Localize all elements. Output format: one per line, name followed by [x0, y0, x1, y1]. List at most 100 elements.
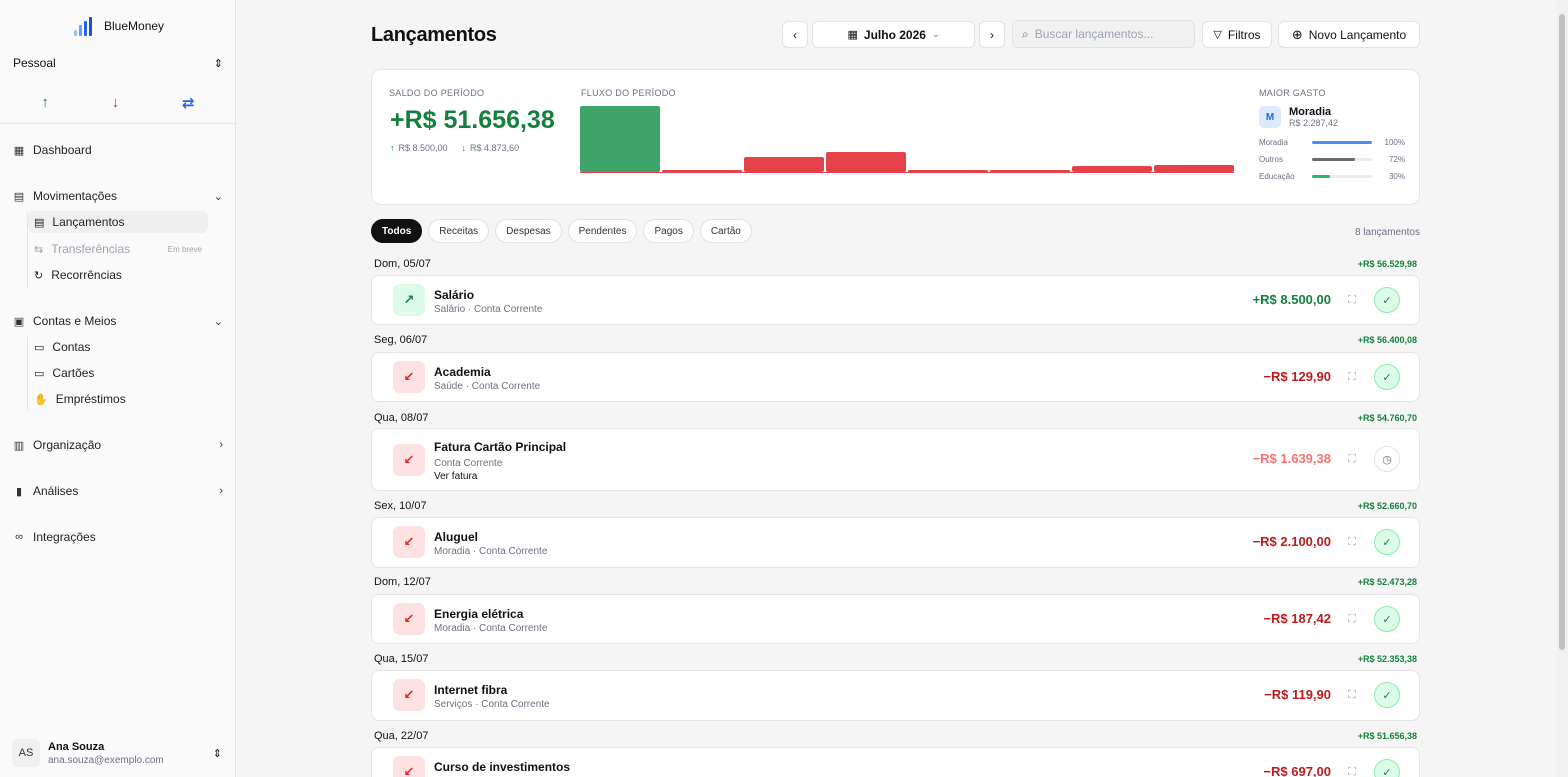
day-header: Sex, 10/07 +R$ 52.660,70	[374, 499, 1417, 513]
filters-button[interactable]: ▽ Filtros	[1202, 21, 1272, 48]
transaction-amount: −R$ 129,90	[1263, 369, 1331, 384]
page-title: Lançamentos	[371, 24, 497, 46]
transaction-row[interactable]: ↙ Fatura Cartão Principal Conta Corrente Ve…	[371, 428, 1420, 491]
nav-analises-label: Análises	[33, 484, 79, 498]
scan-receipt-icon[interactable]: ⛶	[1342, 609, 1362, 629]
nav-cartoes[interactable]: ▭ Cartões	[28, 362, 208, 384]
view-invoice-link[interactable]: Ver fatura	[434, 471, 477, 482]
expense-value: R$ 4.873,60	[470, 143, 520, 153]
nav-recorrencias-label: Recorrências	[51, 268, 122, 282]
prev-month-button[interactable]: ‹	[782, 21, 808, 48]
tab-4[interactable]: Pagos	[643, 219, 694, 243]
nav-dashboard-label: Dashboard	[33, 143, 92, 157]
nav-movimentacoes[interactable]: ▤ Movimentações ⌄	[13, 186, 223, 206]
transaction-title: Aluguel	[434, 530, 478, 544]
transaction-meta: Saúde · Conta Corrente	[434, 381, 541, 392]
tab-0[interactable]: Todos	[371, 219, 423, 243]
nav-emprestimos[interactable]: ✋ Empréstimos	[28, 388, 208, 410]
arrow-up-right-icon: ↗	[393, 284, 425, 316]
link-icon: ∞	[15, 531, 23, 543]
nav-transferencias: ⇆ Transferências Em breve	[28, 238, 208, 260]
wallet-icon: ▭	[34, 341, 45, 354]
transaction-row[interactable]: ↙ Internet fibra Serviços · Conta Corrente…	[371, 670, 1420, 721]
top-category-name: Moradia	[1289, 106, 1332, 118]
nav-lancamentos[interactable]: ▤ Lançamentos	[28, 211, 208, 233]
day-header: Dom, 12/07 +R$ 52.473,28	[374, 575, 1417, 589]
arrow-down-icon: ↓	[461, 143, 467, 153]
paid-status-button[interactable]: ✓	[1374, 606, 1400, 632]
credit-card-icon: ▭	[34, 367, 45, 380]
paid-status-button[interactable]: ✓	[1374, 529, 1400, 555]
bar-chart-icon: ▮	[15, 485, 23, 498]
transaction-row[interactable]: ↙ Curso de investimentos −R$ 697,00 ⛶ ✓	[371, 747, 1420, 777]
transaction-row[interactable]: ↗ Salário Salário · Conta Corrente +R$ 8.50…	[371, 275, 1420, 325]
dashboard-icon: ▦	[13, 144, 25, 157]
user-email: ana.souza@exemplo.com	[48, 754, 164, 766]
scrollbar-thumb[interactable]	[1559, 14, 1565, 650]
day-date: Dom, 05/07	[374, 258, 431, 270]
period-selector[interactable]: ▦ Julho 2026 ⌄	[812, 21, 975, 48]
category-name: Moradia	[1259, 138, 1288, 147]
pending-status-button[interactable]: ◷	[1374, 446, 1400, 472]
running-balance: +R$ 56.529,98	[1357, 259, 1417, 269]
running-balance: +R$ 54.760,70	[1357, 413, 1417, 423]
category-track	[1312, 175, 1372, 178]
tab-1[interactable]: Receitas	[428, 219, 490, 243]
plus-circle-icon: ⊕	[1291, 26, 1303, 42]
running-balance: +R$ 52.473,28	[1357, 577, 1417, 587]
arrow-down-icon[interactable]: ↓	[112, 94, 120, 112]
transaction-title: Salário	[434, 288, 475, 302]
scan-receipt-icon[interactable]: ⛶	[1342, 367, 1362, 387]
tab-3[interactable]: Pendentes	[567, 219, 638, 243]
nav-contas[interactable]: ▭ Contas	[28, 336, 208, 358]
scrollbar[interactable]	[1556, 0, 1568, 777]
transaction-amount: −R$ 2.100,00	[1252, 534, 1331, 549]
scan-receipt-icon[interactable]: ⛶	[1342, 290, 1362, 310]
tab-5[interactable]: Cartão	[699, 219, 752, 243]
paid-status-button[interactable]: ✓	[1374, 759, 1400, 777]
search-icon: ⌕	[1022, 26, 1029, 41]
nav-contas-meios[interactable]: ▣ Contas e Meios ⌄	[13, 311, 223, 331]
brand[interactable]: BlueMoney	[74, 16, 164, 36]
transfer-icon[interactable]: ⇄	[182, 94, 195, 112]
new-entry-button[interactable]: ⊕ Novo Lançamento	[1278, 21, 1420, 48]
entries-count: 8 lançamentos	[1354, 227, 1420, 238]
paid-status-button[interactable]: ✓	[1374, 682, 1400, 708]
arrow-down-left-icon: ↙	[393, 603, 425, 635]
scan-receipt-icon[interactable]: ⛶	[1342, 532, 1362, 552]
nav-contas-meios-label: Contas e Meios	[33, 314, 117, 328]
calendar-icon: ▦	[847, 29, 858, 41]
nav-dashboard[interactable]: ▦ Dashboard	[13, 140, 223, 160]
search-input[interactable]	[1034, 27, 1185, 41]
flow-bar-out	[744, 156, 824, 172]
scan-receipt-icon[interactable]: ⛶	[1342, 762, 1362, 777]
search-box: ⌕	[1012, 20, 1195, 48]
workspace-selector[interactable]: Pessoal ⇕	[13, 54, 223, 72]
nav-integracoes[interactable]: ∞ Integrações	[13, 527, 223, 547]
nav-organizacao-label: Organização	[33, 438, 102, 452]
flow-label: FLUXO DO PERÍODO	[581, 88, 676, 98]
transaction-row[interactable]: ↙ Aluguel Moradia · Conta Corrente −R$ 2.10…	[371, 517, 1420, 568]
category-track	[1312, 141, 1372, 144]
nav-transferencias-label: Transferências	[51, 242, 131, 256]
nav-recorrencias[interactable]: ↻ Recorrências	[28, 264, 208, 286]
transaction-row[interactable]: ↙ Energia elétrica Moradia · Conta Corrent…	[371, 594, 1420, 644]
flow-bar-out	[826, 152, 906, 172]
category-fill	[1312, 141, 1372, 144]
nav-organizacao[interactable]: ▥ Organização ›	[13, 435, 223, 455]
paid-status-button[interactable]: ✓	[1374, 364, 1400, 390]
next-month-button[interactable]: ›	[979, 21, 1005, 48]
flow-bar-in	[580, 106, 660, 172]
scan-receipt-icon[interactable]: ⛶	[1342, 685, 1362, 705]
tab-2[interactable]: Despesas	[495, 219, 562, 243]
day-header: Qua, 22/07 +R$ 51.656,38	[374, 729, 1417, 743]
scan-receipt-icon[interactable]: ⛶	[1342, 449, 1362, 469]
nav-analises[interactable]: ▮ Análises ›	[13, 481, 223, 501]
paid-status-button[interactable]: ✓	[1374, 287, 1400, 313]
running-balance: +R$ 51.656,38	[1357, 731, 1417, 741]
transaction-row[interactable]: ↙ Academia Saúde · Conta Corrente −R$ 129,9…	[371, 352, 1420, 402]
user-menu[interactable]: AS Ana Souza ana.souza@exemplo.com ⇕	[12, 738, 222, 768]
top-category-amount: R$ 2.287,42	[1289, 118, 1339, 128]
arrow-up-icon[interactable]: ↑	[41, 94, 49, 112]
category-bars: Moradia 100% Outros 72% Educação 30%	[1259, 134, 1405, 185]
